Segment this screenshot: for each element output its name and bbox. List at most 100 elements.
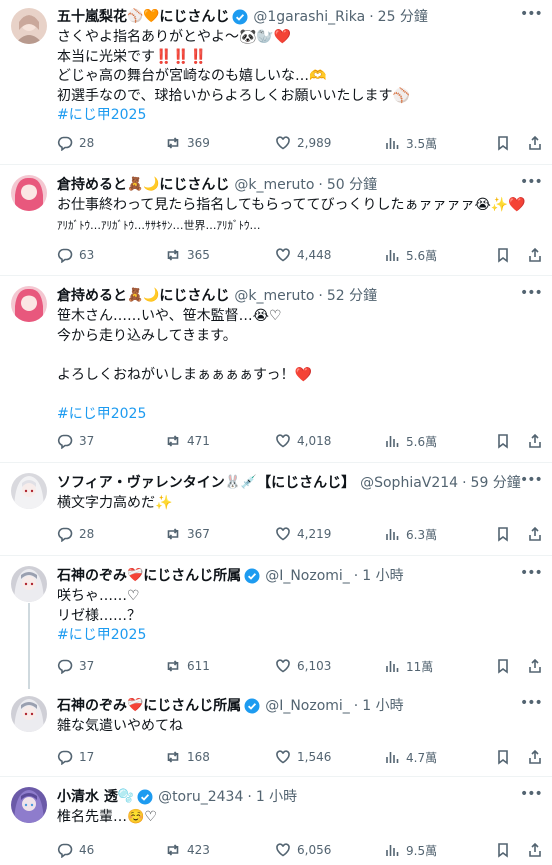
timestamp[interactable]: 1 小時: [256, 787, 297, 807]
like-button[interactable]: 4,018: [275, 431, 331, 451]
tweet[interactable]: 石神のぞみ ❤️‍🩹 にじさんじ所属 @I_Nozomi_ · 1 小時 •••…: [0, 686, 552, 776]
repost-button[interactable]: 365: [165, 245, 210, 265]
tweet[interactable]: 五十嵐梨花 ⚾🧡 にじさんじ @1garashi_Rika · 25 分鐘 ••…: [0, 0, 552, 164]
reply-button[interactable]: 37: [57, 656, 94, 676]
avatar[interactable]: [11, 8, 47, 44]
avatar[interactable]: [11, 696, 47, 732]
share-button[interactable]: [527, 747, 543, 767]
timestamp[interactable]: 52 分鐘: [327, 286, 377, 306]
handle[interactable]: @k_meruto: [234, 286, 314, 306]
bookmark-button[interactable]: [495, 431, 511, 451]
timestamp[interactable]: 59 分鐘: [471, 473, 521, 493]
more-options-icon[interactable]: •••: [520, 473, 543, 493]
share-button[interactable]: [527, 656, 543, 676]
avatar[interactable]: [11, 175, 47, 211]
tweet-header: 石神のぞみ ❤️‍🩹 にじさんじ所属 @I_Nozomi_ · 1 小時: [57, 566, 404, 586]
display-name[interactable]: 石神のぞみ: [57, 566, 127, 586]
more-options-icon[interactable]: •••: [520, 7, 543, 27]
display-name[interactable]: 倉持めると: [57, 286, 127, 306]
views-button[interactable]: 3.5萬: [384, 133, 437, 153]
repost-button[interactable]: 611: [165, 656, 210, 676]
repost-button[interactable]: 423: [165, 840, 210, 860]
bookmark-button[interactable]: [495, 245, 511, 265]
reply-button[interactable]: 28: [57, 524, 94, 544]
handle[interactable]: @1garashi_Rika: [253, 7, 365, 27]
reply-button[interactable]: 63: [57, 245, 94, 265]
reply-button[interactable]: 37: [57, 431, 94, 451]
avatar[interactable]: [11, 286, 47, 322]
handle[interactable]: @I_Nozomi_: [265, 696, 350, 716]
display-name[interactable]: 五十嵐梨花: [57, 7, 127, 27]
views-chart-icon: [386, 138, 399, 149]
handle[interactable]: @k_meruto: [234, 175, 314, 195]
hashtag-link[interactable]: #にじ甲2025: [57, 626, 537, 646]
reply-count: 37: [79, 434, 95, 448]
views-button[interactable]: 6.3萬: [384, 524, 437, 544]
views-button[interactable]: 4.7萬: [384, 747, 437, 767]
more-options-icon[interactable]: •••: [520, 286, 543, 306]
tweet-header: 倉持めると 🧸🌙 にじさんじ @k_meruto · 52 分鐘: [57, 286, 377, 306]
bookmark-button[interactable]: [495, 840, 511, 860]
share-button[interactable]: [527, 431, 543, 451]
more-options-icon[interactable]: •••: [520, 566, 543, 586]
display-name-suffix[interactable]: にじさんじ: [159, 7, 229, 27]
like-button[interactable]: 4,448: [275, 245, 331, 265]
bookmark-button[interactable]: [495, 656, 511, 676]
repost-button[interactable]: 367: [165, 524, 210, 544]
views-button[interactable]: 5.6萬: [384, 245, 437, 265]
handle[interactable]: @I_Nozomi_: [265, 566, 350, 586]
display-name-suffix[interactable]: にじさんじ所属: [143, 566, 241, 586]
repost-button[interactable]: 369: [165, 133, 210, 153]
views-button[interactable]: 11萬: [384, 656, 433, 676]
bookmark-button[interactable]: [495, 524, 511, 544]
views-button[interactable]: 5.6萬: [384, 431, 437, 451]
timestamp[interactable]: 25 分鐘: [378, 7, 428, 27]
more-options-icon[interactable]: •••: [520, 787, 543, 807]
hashtag-link[interactable]: #にじ甲2025: [57, 405, 537, 425]
more-options-icon[interactable]: •••: [520, 696, 543, 716]
like-button[interactable]: 4,219: [275, 524, 331, 544]
timestamp[interactable]: 1 小時: [362, 696, 403, 716]
tweet[interactable]: 小清水 透 🫧 @toru_2434 · 1 小時 ••• 椎名先輩…☺️♡ 4…: [0, 777, 552, 865]
hashtag-link[interactable]: #にじ甲2025: [57, 106, 537, 126]
more-options-icon[interactable]: •••: [520, 175, 543, 195]
reply-button[interactable]: 28: [57, 133, 94, 153]
timestamp[interactable]: 50 分鐘: [327, 175, 377, 195]
bookmark-button[interactable]: [495, 133, 511, 153]
avatar[interactable]: [11, 566, 47, 602]
share-button[interactable]: [527, 524, 543, 544]
like-button[interactable]: 6,056: [275, 840, 331, 860]
like-button[interactable]: 1,546: [275, 747, 331, 767]
tweet[interactable]: 倉持めると 🧸🌙 にじさんじ @k_meruto · 52 分鐘 ••• 笹木さ…: [0, 276, 552, 462]
views-button[interactable]: 9.5萬: [384, 840, 437, 860]
bookmark-button[interactable]: [495, 747, 511, 767]
repost-button[interactable]: 471: [165, 431, 210, 451]
avatar[interactable]: [11, 787, 47, 823]
tweet[interactable]: 倉持めると 🧸🌙 にじさんじ @k_meruto · 50 分鐘 ••• お仕事…: [0, 165, 552, 275]
like-button[interactable]: 2,989: [275, 133, 331, 153]
avatar[interactable]: [11, 473, 47, 509]
reply-button[interactable]: 46: [57, 840, 94, 860]
share-button[interactable]: [527, 133, 543, 153]
bookmark-icon: [498, 750, 508, 765]
display-name-suffix[interactable]: 【にじさんじ】: [257, 473, 355, 493]
display-name[interactable]: ソフィア・ヴァレンタイン: [57, 473, 225, 493]
tweet[interactable]: ソフィア・ヴァレンタイン 🐰💉 【にじさんじ】 @SophiaV214 · 59…: [0, 463, 552, 555]
display-name[interactable]: 小清水 透: [57, 787, 118, 807]
reply-button[interactable]: 17: [57, 747, 94, 767]
display-name[interactable]: 倉持めると: [57, 175, 127, 195]
display-name-suffix[interactable]: にじさんじ所属: [143, 696, 241, 716]
handle[interactable]: @toru_2434: [158, 787, 243, 807]
display-name-suffix[interactable]: にじさんじ: [159, 286, 229, 306]
display-name-suffix[interactable]: にじさんじ: [159, 175, 229, 195]
view-count: 3.5萬: [406, 136, 438, 151]
share-button[interactable]: [527, 245, 543, 265]
repost-button[interactable]: 168: [165, 747, 210, 767]
share-button[interactable]: [527, 840, 543, 860]
timestamp[interactable]: 1 小時: [362, 566, 403, 586]
share-icon: [529, 749, 541, 764]
like-button[interactable]: 6,103: [275, 656, 331, 676]
handle[interactable]: @SophiaV214: [360, 473, 458, 493]
display-name[interactable]: 石神のぞみ: [57, 696, 127, 716]
tweet[interactable]: 石神のぞみ ❤️‍🩹 にじさんじ所属 @I_Nozomi_ · 1 小時 •••…: [0, 556, 552, 686]
